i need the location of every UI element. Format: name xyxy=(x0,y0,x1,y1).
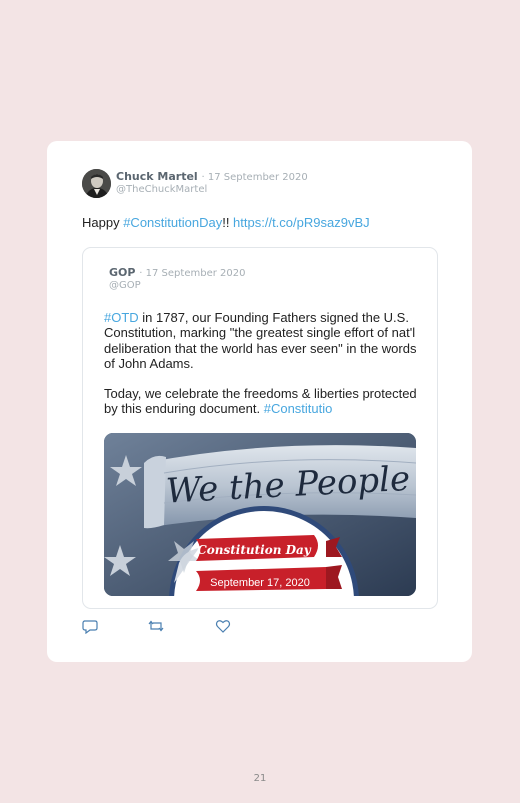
quoted-handle[interactable]: @GOP xyxy=(109,280,141,291)
page-number: 21 xyxy=(253,773,267,784)
tweet-date: · 17 September 2020 xyxy=(201,172,308,183)
quoted-text: #OTD in 1787, our Founding Fathers signe… xyxy=(104,310,424,417)
quoted-paragraph-1: #OTD in 1787, our Founding Fathers signe… xyxy=(104,310,424,371)
quoted-tweet[interactable]: GOP · 17 September 2020 @GOP #OTD in 178… xyxy=(82,247,438,609)
quoted-author-line: GOP · 17 September 2020 xyxy=(109,266,245,279)
avatar[interactable] xyxy=(82,169,111,198)
quoted-paragraph-1-text: in 1787, our Founding Fathers signed the… xyxy=(104,310,417,371)
constitution-day-graphic: We the People Constitution Day September… xyxy=(104,433,416,596)
author-name[interactable]: Chuck Martel xyxy=(116,170,198,183)
quoted-date: · 17 September 2020 xyxy=(139,268,246,279)
hashtag-otd[interactable]: #OTD xyxy=(104,310,139,325)
reply-button[interactable] xyxy=(82,618,98,635)
author-name-line: Chuck Martel · 17 September 2020 xyxy=(116,170,308,183)
tweet-text-prefix: Happy xyxy=(82,215,124,230)
heart-icon xyxy=(215,620,231,633)
author-handle[interactable]: @TheChuckMartel xyxy=(116,184,207,195)
tweet-card: Chuck Martel · 17 September 2020 @TheChu… xyxy=(47,141,472,662)
reply-icon xyxy=(82,620,98,635)
retweet-icon xyxy=(148,620,164,632)
quoted-paragraph-2: Today, we celebrate the freedoms & liber… xyxy=(104,386,424,417)
tweet-text-mid: !! xyxy=(222,215,234,230)
banner-date: September 17, 2020 xyxy=(210,577,310,589)
tweet-text: Happy #ConstitutionDay!! https://t.co/pR… xyxy=(82,215,370,230)
retweet-button[interactable] xyxy=(148,618,164,634)
tweet-actions xyxy=(82,618,262,635)
banner-title: Constitution Day xyxy=(197,543,312,557)
hashtag-constitution[interactable]: #Constitutio xyxy=(264,401,333,416)
quoted-paragraph-2-text: Today, we celebrate the freedoms & liber… xyxy=(104,386,417,417)
quoted-author-name[interactable]: GOP xyxy=(109,266,135,279)
avatar-portrait-icon xyxy=(82,169,111,198)
like-button[interactable] xyxy=(215,618,231,634)
hashtag-link[interactable]: #ConstitutionDay xyxy=(123,215,222,230)
quoted-media-image[interactable]: We the People Constitution Day September… xyxy=(104,433,416,596)
url-link[interactable]: https://t.co/pR9saz9vBJ xyxy=(233,215,370,230)
